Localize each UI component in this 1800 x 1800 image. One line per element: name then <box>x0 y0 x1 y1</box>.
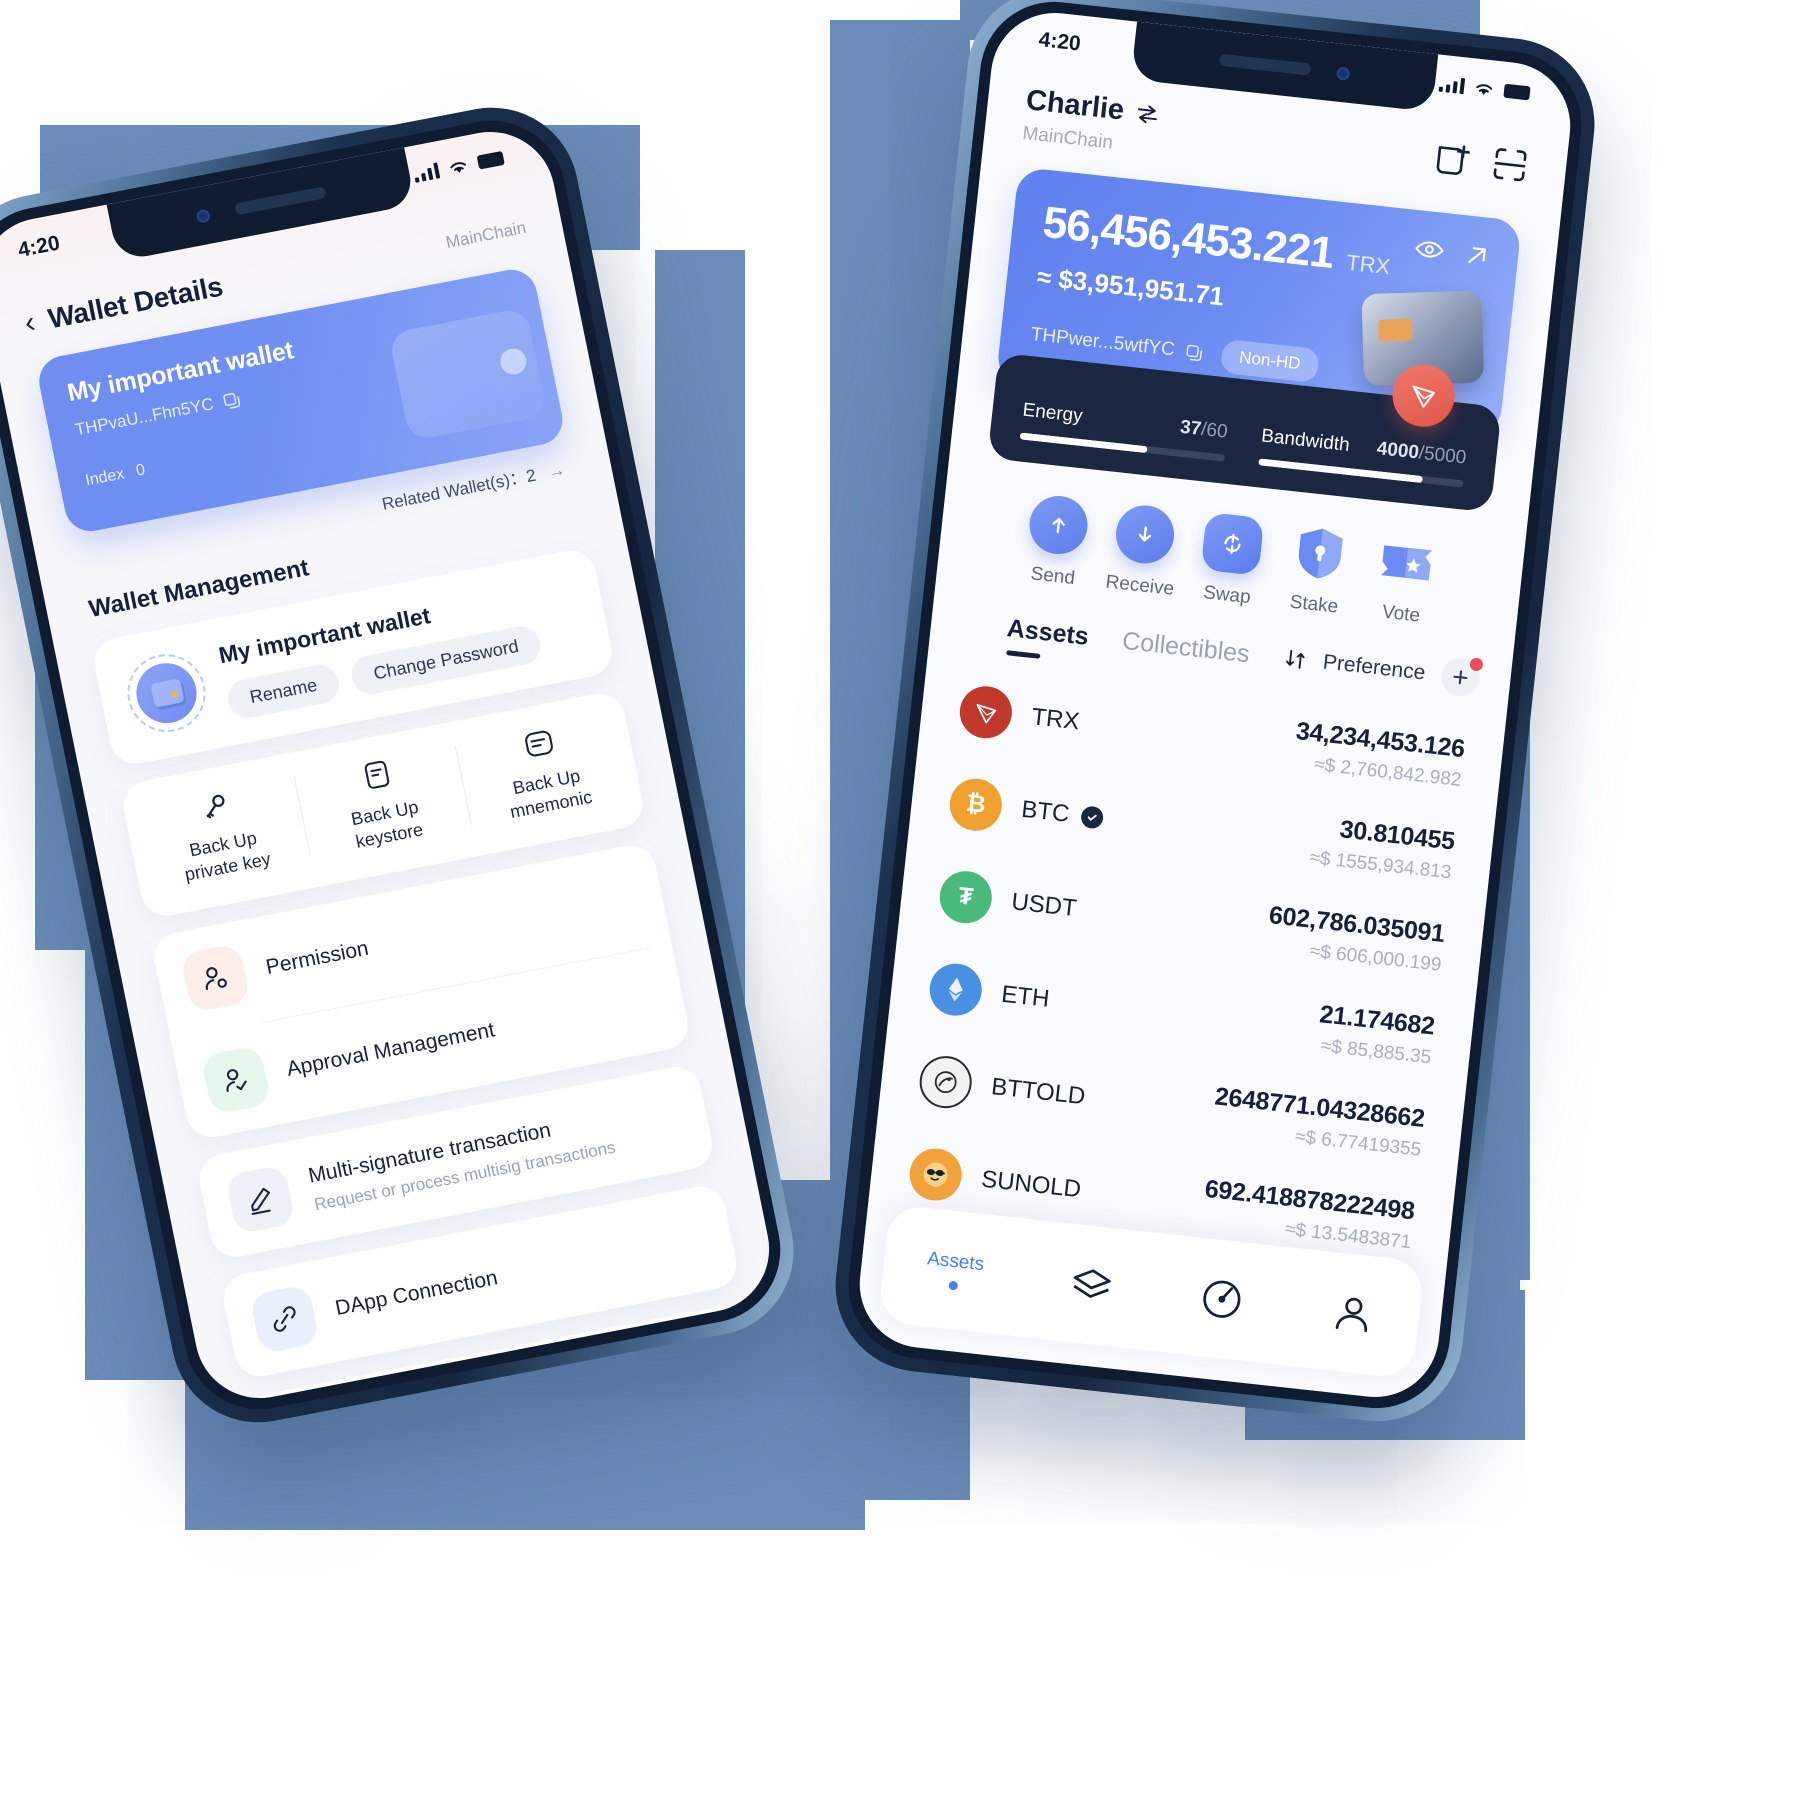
add-wallet-icon[interactable] <box>1433 139 1473 179</box>
action-vote[interactable]: Vote <box>1356 529 1453 630</box>
chevron-right-icon: → <box>546 459 567 482</box>
status-time: 4:20 <box>16 231 62 262</box>
asset-list: TRX 34,234,453.126 ≈$ 2,760,842.982 ₿ BT… <box>867 651 1507 1277</box>
swap-icon <box>1200 511 1265 576</box>
nav-active-dot <box>948 1280 959 1291</box>
menu-label-dapp-connection: DApp Connection <box>333 1266 500 1320</box>
status-time: 4:20 <box>1037 28 1082 56</box>
action-stake[interactable]: Stake <box>1269 520 1366 621</box>
battery-icon <box>476 150 505 170</box>
backup-mnemonic-button[interactable]: Back Up mnemonic <box>454 710 634 830</box>
page-title: Wallet Details <box>45 270 226 335</box>
scan-icon[interactable] <box>1490 145 1530 185</box>
tab-collectibles[interactable]: Collectibles <box>1120 626 1251 681</box>
asset-symbol: SUNOLD <box>980 1165 1083 1203</box>
arrow-up-right-icon[interactable] <box>1463 241 1492 270</box>
asset-symbol: BTTOLD <box>990 1072 1087 1110</box>
wallet-index-label: Index <box>83 465 126 490</box>
resource-name: Energy <box>1021 399 1084 427</box>
link-icon <box>249 1283 321 1355</box>
phone-right-bezel: 4:20 Charlie MainChain 56,456,453.221 TR… <box>841 0 1589 1416</box>
arrow-up-icon <box>1026 493 1091 557</box>
resource-used: 4000 <box>1375 438 1420 464</box>
wifi-icon <box>1476 84 1493 95</box>
nav-label-assets: Assets <box>926 1247 986 1275</box>
resource-bandwidth: Bandwidth 4000/5000 <box>1258 425 1468 488</box>
eye-icon[interactable] <box>1413 236 1445 263</box>
action-receive[interactable]: Receive <box>1095 501 1192 602</box>
approval-user-icon <box>200 1044 272 1116</box>
sunold-token-icon <box>907 1145 965 1203</box>
action-send[interactable]: Send <box>1008 491 1105 592</box>
asset-symbol: ETH <box>1000 980 1051 1013</box>
ticket-star-icon <box>1375 531 1439 595</box>
status-badge-hd: Non-HD <box>1219 338 1321 384</box>
related-wallets-label: Related Wallet(s)：2 <box>380 465 538 514</box>
usdt-token-icon: ₮ <box>937 868 995 926</box>
back-icon[interactable]: ‹ <box>22 306 38 340</box>
backup-keystore-button[interactable]: Back Up keystore <box>293 742 473 862</box>
sort-icon[interactable] <box>1282 646 1308 672</box>
resource-energy: Energy 37/60 <box>1019 399 1229 462</box>
asset-symbol: TRX <box>1030 702 1081 735</box>
asset-amount: 21.174682 <box>1318 1000 1437 1041</box>
permission-user-icon <box>179 942 251 1014</box>
trx-token-icon <box>957 683 1015 741</box>
nav-item-explore[interactable] <box>1197 1274 1248 1325</box>
nav-item-profile[interactable] <box>1328 1288 1379 1339</box>
preference-button[interactable]: Preference <box>1322 650 1427 685</box>
copy-icon[interactable] <box>1184 342 1205 363</box>
battery-icon <box>1503 83 1531 101</box>
add-token-icon[interactable] <box>1439 656 1484 699</box>
cellular-signal-icon <box>1438 76 1466 95</box>
explore-icon <box>1203 1280 1241 1318</box>
balance-symbol: TRX <box>1345 249 1392 280</box>
asset-usd: ≈$ 85,885.35 <box>1319 1035 1433 1069</box>
action-swap[interactable]: Swap <box>1182 510 1279 611</box>
phone-right-screen: 4:20 Charlie MainChain 56,456,453.221 TR… <box>853 6 1577 1404</box>
pencil-icon <box>224 1164 296 1235</box>
resource-used: 37 <box>1179 416 1203 440</box>
nav-item-layers[interactable] <box>1066 1260 1117 1311</box>
notification-dot <box>1468 657 1484 672</box>
wallet-avatar[interactable] <box>120 647 213 739</box>
chain-label: MainChain <box>444 217 528 252</box>
profile-icon <box>1335 1297 1368 1333</box>
switch-icon[interactable] <box>1135 102 1161 126</box>
verified-check-icon <box>1080 804 1105 830</box>
btc-token-icon: ₿ <box>947 775 1005 833</box>
wifi-icon <box>450 162 467 173</box>
menu-label-permission: Permission <box>263 936 371 979</box>
rename-button[interactable]: Rename <box>224 661 343 722</box>
menu-label-approval-management: Approval Management <box>284 1018 497 1081</box>
nav-item-assets[interactable]: Assets <box>924 1248 985 1293</box>
wallet-address: THPwer...5wtfYC <box>1029 324 1176 361</box>
backup-private-key-button[interactable]: Back Up private key <box>131 773 311 893</box>
resource-total: 60 <box>1205 419 1229 443</box>
resource-total: 5000 <box>1422 443 1468 469</box>
account-name: Charlie <box>1024 84 1126 127</box>
tab-assets[interactable]: Assets <box>1004 614 1091 664</box>
asset-symbol: BTC <box>1020 795 1071 828</box>
wallet-index-value: 0 <box>134 461 147 480</box>
cellular-signal-icon <box>413 162 441 183</box>
bttold-token-icon <box>917 1052 975 1111</box>
shield-lock-icon <box>1288 521 1352 585</box>
eth-token-icon <box>927 960 985 1018</box>
balance-section: 56,456,453.221 TRX ≈ $3,951,951.71 THPwe… <box>987 166 1523 513</box>
resource-name: Bandwidth <box>1260 425 1351 456</box>
asset-symbol: USDT <box>1010 887 1079 922</box>
layers-icon <box>1073 1269 1111 1298</box>
arrow-down-icon <box>1113 502 1178 567</box>
copy-icon[interactable] <box>221 389 243 411</box>
